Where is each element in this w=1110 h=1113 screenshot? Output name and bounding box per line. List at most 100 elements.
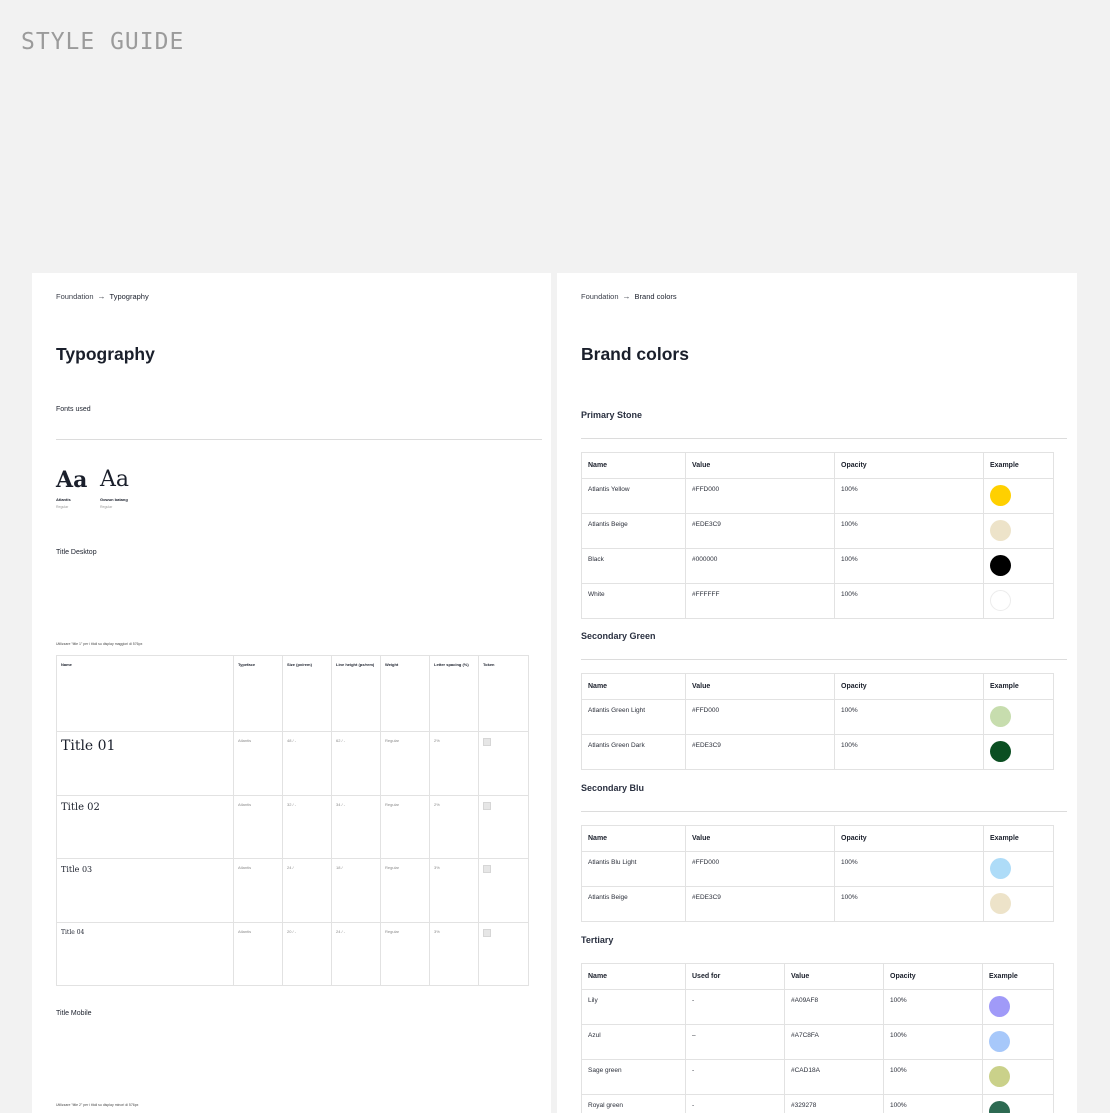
table-row: Title 04 Atlantis 20 / - 24 / - Regular … [56,922,529,986]
tertiary-table: Name Used for Value Opacity Example Lily… [581,963,1054,1113]
weight-cell: Regular [380,731,430,796]
color-value: #FFD000 [685,478,835,514]
font-glyph: Aa [56,467,88,493]
breadcrumb-current: Brand colors [634,292,677,301]
column-header: Example [982,963,1054,990]
token-icon[interactable] [483,865,491,873]
column-header: Example [983,673,1054,700]
table-header-row: Name Value Opacity Example [581,673,1054,700]
color-opacity: 100% [834,513,984,549]
color-value: #EDE3C9 [685,734,835,770]
divider [581,659,1067,660]
color-name: Atlantis Beige [581,886,686,922]
size-cell: 32 / - [282,795,332,859]
color-example [983,734,1054,770]
column-header: Name [581,963,686,990]
color-example [983,478,1054,514]
table-row: Atlantis Green Dark #EDE3C9 100% [581,734,1054,770]
typography-panel: Foundation → Typography Typography Fonts… [32,273,551,1113]
color-example [982,1059,1054,1095]
color-swatch [990,520,1011,541]
column-header: Used for [685,963,785,990]
color-example [982,1024,1054,1060]
breadcrumb: Foundation → Typography [56,292,149,301]
line-height-cell: 62 / - [331,731,381,796]
breadcrumb-parent[interactable]: Foundation [581,292,619,301]
divider [581,811,1067,812]
column-header: Name [56,655,234,732]
divider [56,439,542,440]
token-cell [478,731,529,796]
column-header: Name [581,452,686,479]
color-name: Atlantis Green Dark [581,734,686,770]
color-name: Atlantis Blu Light [581,851,686,887]
breadcrumb-parent[interactable]: Foundation [56,292,94,301]
weight-cell: Regular [380,795,430,859]
color-swatch [990,706,1011,727]
arrow-right-icon: → [97,292,106,301]
breadcrumb: Foundation → Brand colors [581,292,677,301]
table-row: Atlantis Beige #EDE3C9 100% [581,513,1054,549]
primary-stone-table: Name Value Opacity Example Atlantis Yell… [581,452,1054,619]
color-name: Black [581,548,686,584]
color-value: #EDE3C9 [685,886,835,922]
color-swatch [990,590,1011,611]
token-cell [478,922,529,986]
weight-cell: Regular [380,858,430,923]
desktop-usage-note: Utilizzare "title 1" per i titoli su dis… [56,642,143,646]
page-title: Typography [56,344,155,364]
page-title: Brand colors [581,344,689,364]
column-header: Value [685,673,835,700]
font-style: Regular [56,505,69,509]
color-used-for: - [685,1059,785,1095]
color-name: Atlantis Yellow [581,478,686,514]
column-header: Example [983,452,1054,479]
typography-table: Name Typeface Size (px/rem) Line height … [56,655,529,986]
table-row: Atlantis Green Light #FFD000 100% [581,699,1054,735]
table-row: Title 02 Atlantis 32 / - 34 / - Regular … [56,795,529,859]
token-cell [478,858,529,923]
secondary-green-table: Name Value Opacity Example Atlantis Gree… [581,673,1054,770]
title-desktop-label: Title Desktop [56,549,97,556]
letter-spacing-cell: 2% [429,731,479,796]
color-opacity: 100% [834,583,984,619]
color-opacity: 100% [834,478,984,514]
section-title-secondary-blu: Secondary Blu [581,783,645,793]
brand-colors-panel: Foundation → Brand colors Brand colors P… [557,273,1077,1113]
title-sample: Title 03 [56,858,234,923]
title-mobile-label: Title Mobile [56,1010,92,1017]
color-used-for: - [685,989,785,1025]
color-name: Azul [581,1024,686,1060]
color-name: Atlantis Green Light [581,699,686,735]
color-opacity: 100% [834,734,984,770]
color-name: Royal green [581,1094,686,1113]
column-header: Line height (px/rem) [331,655,381,732]
color-example [983,548,1054,584]
line-height-cell: 24 / - [331,922,381,986]
table-header-row: Name Value Opacity Example [581,825,1054,852]
secondary-blu-table: Name Value Opacity Example Atlantis Blu … [581,825,1054,922]
column-header: Token [478,655,529,732]
token-icon[interactable] [483,738,491,746]
breadcrumb-current: Typography [109,292,149,301]
table-header-row: Name Typeface Size (px/rem) Line height … [56,655,529,732]
table-row: Atlantis Blu Light #FFD000 100% [581,851,1054,887]
color-opacity: 100% [834,548,984,584]
size-cell: 24 / [282,858,332,923]
title-sample: Title 04 [56,922,234,986]
token-icon[interactable] [483,802,491,810]
color-example [982,989,1054,1025]
token-icon[interactable] [483,929,491,937]
table-row: Royal green - #329278 100% [581,1094,1054,1113]
color-example [983,851,1054,887]
color-swatch [990,741,1011,762]
column-header: Letter spacing (%) [429,655,479,732]
table-header-row: Name Value Opacity Example [581,452,1054,479]
color-opacity: 100% [834,699,984,735]
font-sample-atlantis: Aa Atlantis Regular [56,469,87,509]
color-example [983,886,1054,922]
font-name: Atlantis [56,497,71,502]
typeface-cell: Atlantis [233,795,283,859]
color-name: Atlantis Beige [581,513,686,549]
section-title-primary-stone: Primary Stone [581,410,643,420]
